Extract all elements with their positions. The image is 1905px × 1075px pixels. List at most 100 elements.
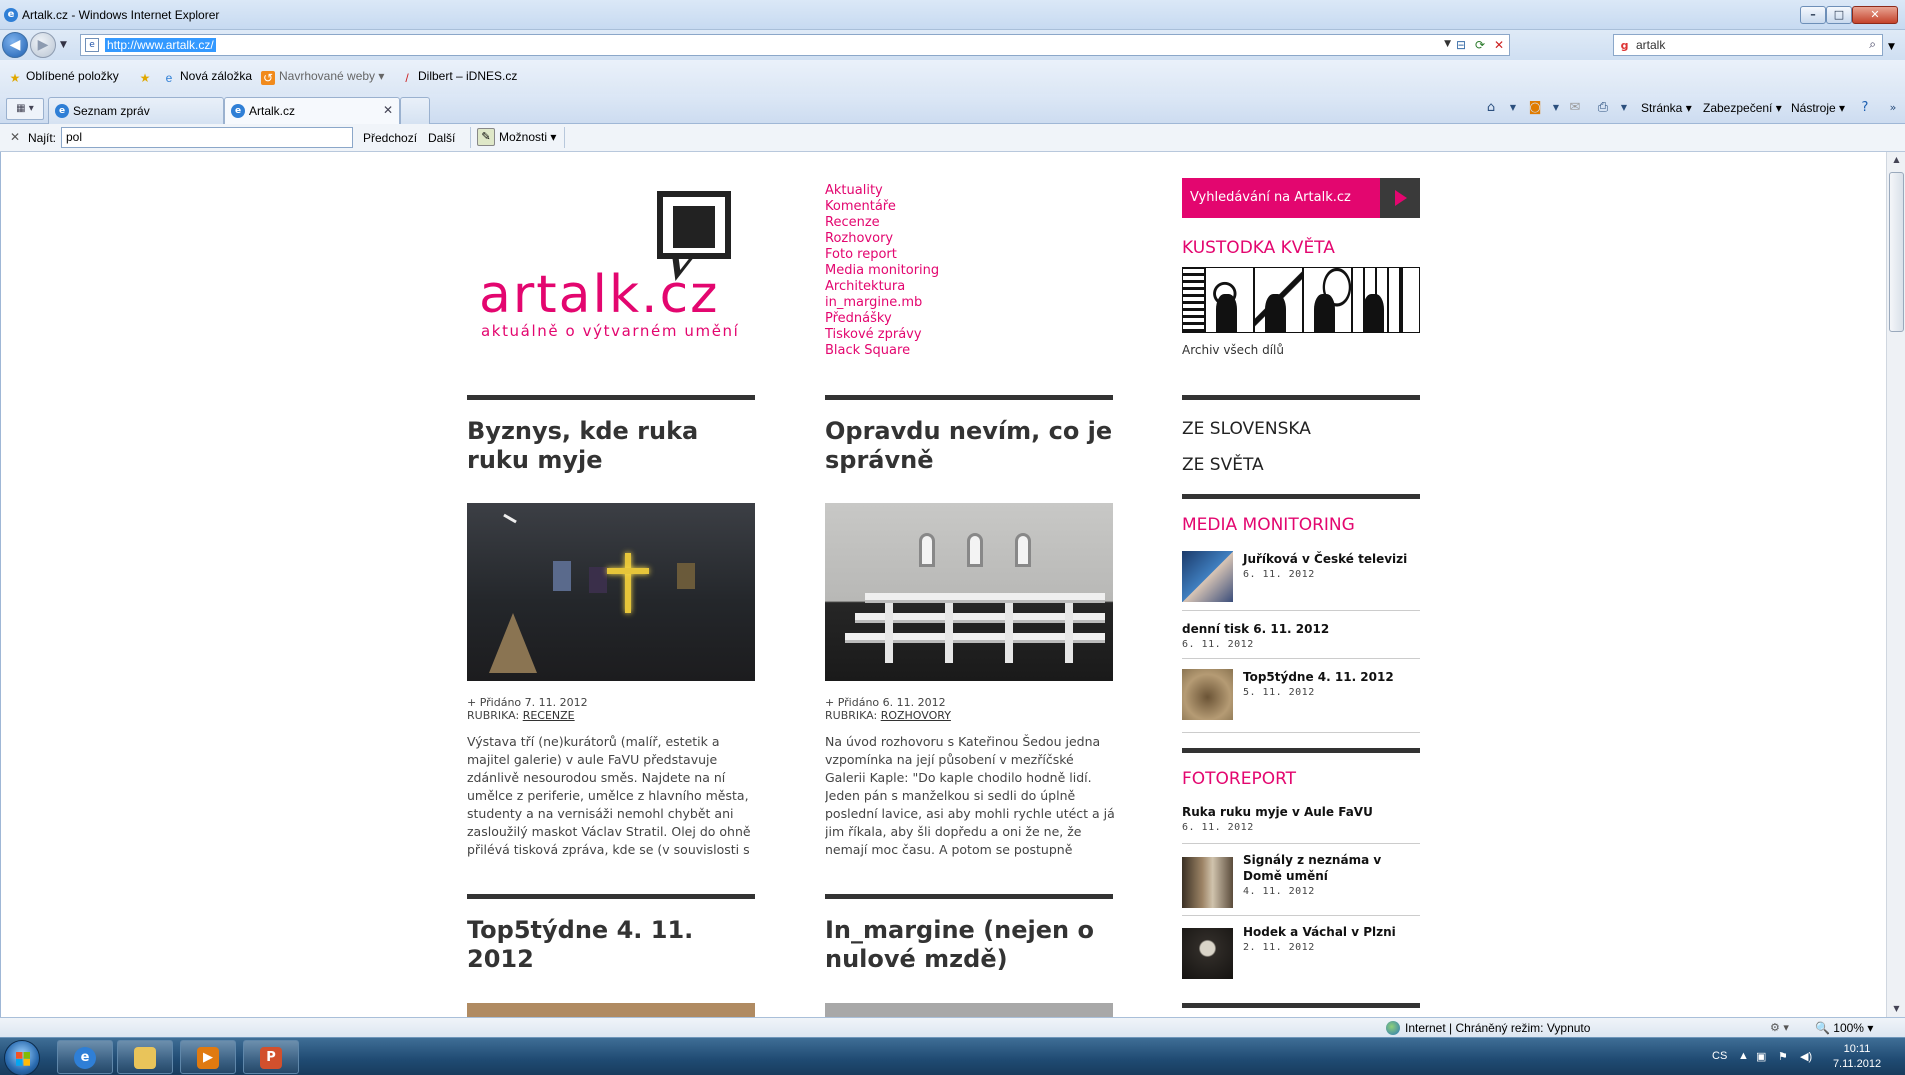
system-clock[interactable]: 10:11 7.11.2012 — [1822, 1042, 1892, 1072]
nav-tiskove-zpravy[interactable]: Tiskové zprávy — [825, 327, 939, 343]
zoom-level[interactable]: 🔍 100% ▾ — [1815, 1021, 1873, 1035]
tab-seznam-zprav[interactable]: e Seznam zpráv — [48, 97, 224, 124]
media-item[interactable]: Top5týdne 4. 11. 2012 5. 11. 2012 — [1182, 669, 1420, 733]
scroll-down-icon[interactable]: ▼ — [1887, 1001, 1905, 1017]
minimize-button[interactable]: – — [1800, 6, 1826, 24]
nav-rozhovory[interactable]: Rozhovory — [825, 231, 939, 247]
rubrika-link[interactable]: ROZHOVORY — [881, 709, 951, 722]
close-find-bar-icon[interactable]: ✕ — [10, 130, 20, 144]
close-tab-icon[interactable]: ✕ — [383, 103, 393, 117]
security-settings-icon[interactable]: ⚙ ▾ — [1770, 1021, 1789, 1034]
read-mail-icon[interactable]: ✉ — [1566, 99, 1584, 117]
kustodka-comic-image[interactable] — [1182, 267, 1420, 333]
show-hidden-icons-icon[interactable]: ▲ — [1738, 1050, 1749, 1062]
refresh-icon[interactable]: ⟳ — [1472, 37, 1488, 53]
new-bookmark-link[interactable]: e Nová záložka — [162, 69, 252, 85]
nav-media-monitoring[interactable]: Media monitoring — [825, 263, 939, 279]
site-search-button[interactable]: Vyhledávání na Artalk.cz — [1182, 178, 1420, 218]
compatibility-view-icon[interactable]: ⊟ — [1453, 37, 1469, 53]
article-title[interactable]: Opravdu nevím, co je správně — [825, 417, 1115, 475]
article-image[interactable] — [825, 1003, 1113, 1017]
vertical-scrollbar[interactable]: ▲ ▼ — [1886, 152, 1905, 1017]
find-previous-button[interactable]: Předchozí — [363, 131, 417, 145]
stop-icon[interactable]: ✕ — [1491, 37, 1507, 53]
media-item[interactable]: denní tisk 6. 11. 2012 6. 11. 2012 — [1182, 621, 1420, 659]
home-dropdown-icon[interactable]: ▼ — [1504, 99, 1522, 117]
more-commands-icon[interactable]: » — [1884, 99, 1902, 117]
ze-slovenska-link[interactable]: ZE SLOVENSKA — [1182, 419, 1311, 439]
fotoreport-title[interactable]: FOTOREPORT — [1182, 769, 1296, 789]
ze-sveta-link[interactable]: ZE SVĚTA — [1182, 455, 1264, 475]
address-dropdown-icon[interactable]: ▼ — [1444, 39, 1451, 49]
quick-tabs-button[interactable]: ▦ ▾ — [6, 98, 44, 120]
article-title[interactable]: In_margine (nejen o nulové mzdě) — [825, 916, 1115, 974]
fotoreport-item[interactable]: Ruka ruku myje v Aule FaVU 6. 11. 2012 — [1182, 804, 1420, 844]
nav-architektura[interactable]: Architektura — [825, 279, 939, 295]
nav-in-margine[interactable]: in_margine.mb — [825, 295, 939, 311]
back-button[interactable]: ◀ — [2, 32, 28, 58]
media-item-thumbnail[interactable] — [1182, 551, 1233, 602]
search-arrow-icon[interactable] — [1380, 178, 1420, 218]
security-menu[interactable]: Zabezpečení ▾ — [1703, 101, 1782, 115]
article-title[interactable]: Top5týdne 4. 11. 2012 — [467, 916, 757, 974]
scroll-up-icon[interactable]: ▲ — [1887, 152, 1905, 168]
tools-menu[interactable]: Nástroje ▾ — [1791, 101, 1845, 115]
media-item[interactable]: Juříková v České televizi 6. 11. 2012 — [1182, 551, 1420, 611]
taskbar-explorer-button[interactable] — [117, 1040, 173, 1074]
action-center-flag-icon[interactable]: ⚑ — [1778, 1050, 1788, 1063]
fotoreport-item[interactable]: Signály z neznáma v Domě umění 4. 11. 20… — [1182, 852, 1420, 916]
language-indicator[interactable]: CS — [1712, 1050, 1727, 1062]
article-image[interactable] — [467, 503, 755, 681]
kustodka-title[interactable]: KUSTODKA KVĚTA — [1182, 238, 1335, 258]
artalk-logo-bubble-icon[interactable] — [657, 191, 731, 259]
media-monitoring-title[interactable]: MEDIA MONITORING — [1182, 515, 1355, 535]
fotoreport-thumbnail[interactable] — [1182, 928, 1233, 979]
rss-feeds-icon[interactable]: ◙ — [1526, 99, 1544, 117]
print-icon[interactable]: ⎙ — [1594, 99, 1612, 117]
find-next-button[interactable]: Další — [428, 131, 455, 145]
search-input[interactable] — [1636, 37, 1856, 53]
taskbar-media-player-button[interactable]: ▶ — [180, 1040, 236, 1074]
start-button[interactable] — [4, 1040, 40, 1075]
taskbar-powerpoint-button[interactable]: P — [243, 1040, 299, 1074]
suggested-sites-link[interactable]: ↺ Navrhované weby ▾ — [261, 69, 384, 85]
page-menu[interactable]: Stránka ▾ — [1641, 101, 1692, 115]
kustodka-archive-link[interactable]: Archiv všech dílů — [1182, 343, 1284, 357]
print-dropdown-icon[interactable]: ▼ — [1615, 99, 1633, 117]
address-bar[interactable]: e http://www.artalk.cz/ ▼ ⊟ ⟳ ✕ — [80, 34, 1510, 56]
article-title[interactable]: Byznys, kde ruka ruku myje — [467, 417, 757, 475]
nav-foto-report[interactable]: Foto report — [825, 247, 939, 263]
fotoreport-thumbnail[interactable] — [1182, 857, 1233, 908]
maximize-button[interactable]: □ — [1826, 6, 1852, 24]
article-image[interactable] — [825, 503, 1113, 681]
taskbar-ie-button[interactable]: e — [57, 1040, 113, 1074]
nav-recenze[interactable]: Recenze — [825, 215, 939, 231]
search-magnifier-icon[interactable]: ⌕ — [1869, 37, 1876, 52]
tab-artalk[interactable]: e Artalk.cz ✕ — [224, 97, 400, 124]
search-box[interactable]: g ⌕ — [1613, 34, 1883, 56]
find-options-button[interactable]: ✎ Možnosti ▾ — [470, 127, 566, 148]
nav-prednasky[interactable]: Přednášky — [825, 311, 939, 327]
nav-komentare[interactable]: Komentáře — [825, 199, 939, 215]
media-item-thumbnail[interactable] — [1182, 669, 1233, 720]
address-url[interactable]: http://www.artalk.cz/ — [105, 38, 216, 52]
dilbert-link[interactable]: / Dilbert – iDNES.cz — [400, 69, 517, 85]
network-icon[interactable]: ▣ — [1756, 1050, 1766, 1063]
help-icon[interactable]: ? — [1856, 99, 1874, 117]
nav-aktuality[interactable]: Aktuality — [825, 183, 939, 199]
scrollbar-thumb[interactable] — [1889, 172, 1904, 332]
favorites-button[interactable]: ★ Oblíbené položky — [8, 69, 119, 85]
find-input[interactable]: pol — [61, 127, 353, 148]
rubrika-link[interactable]: RECENZE — [523, 709, 575, 722]
feeds-dropdown-icon[interactable]: ▼ — [1547, 99, 1565, 117]
home-icon[interactable]: ⌂ — [1482, 99, 1500, 117]
recent-pages-dropdown-icon[interactable]: ▼ — [60, 40, 67, 50]
site-logo[interactable]: artalk.cz — [479, 265, 719, 325]
search-options-dropdown-icon[interactable]: ▼ — [1888, 42, 1895, 52]
add-favorite-star-icon[interactable]: ★ — [138, 69, 156, 85]
article-image[interactable] — [467, 1003, 755, 1017]
new-tab-button[interactable] — [400, 97, 430, 124]
fotoreport-item[interactable]: Hodek a Váchal v Plzni 2. 11. 2012 — [1182, 924, 1420, 984]
forward-button[interactable]: ▶ — [30, 32, 56, 58]
close-button[interactable]: ✕ — [1852, 6, 1898, 24]
